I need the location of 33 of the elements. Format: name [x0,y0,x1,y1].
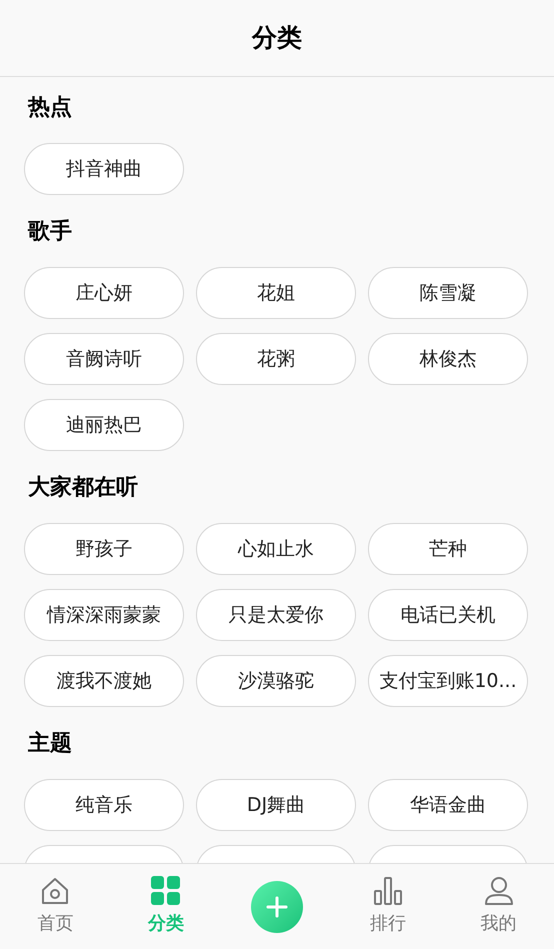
nav-tab[interactable]: 我的 [480,876,517,937]
tag-chip[interactable]: 迪丽热巴 [24,399,184,451]
home-icon [40,876,70,906]
tag-chip[interactable]: 陈雪凝 [368,267,528,319]
user-icon [484,876,514,906]
tag-chip[interactable]: 支付宝到账10... [368,655,528,707]
section-heading: 歌手 [28,218,72,246]
plus-icon [266,896,288,918]
tag-chip[interactable]: 音阙诗听 [24,333,184,385]
tag-chip[interactable]: 华语金曲 [368,779,528,831]
tag-chip[interactable]: 情深深雨蒙蒙 [24,589,184,641]
tag-chip[interactable]: 野孩子 [24,523,184,575]
tag-chip[interactable]: 心如止水 [196,523,356,575]
tag-chip[interactable]: 花姐 [196,267,356,319]
section-heading: 主题 [28,730,72,758]
tag-chip[interactable]: 庄心妍 [24,267,184,319]
tag-chip[interactable]: 只是太爱你 [196,589,356,641]
section-heading: 大家都在听 [28,474,138,502]
tag-chip[interactable]: 芒种 [368,523,528,575]
tag-chip[interactable]: 沙漠骆驼 [196,655,356,707]
tag-chip[interactable]: 电话已关机 [368,589,528,641]
tag-chip[interactable]: DJ舞曲 [196,779,356,831]
tag-chip[interactable]: 抖音神曲 [24,143,184,195]
nav-tab[interactable]: 排行 [370,876,406,937]
tag-chip[interactable]: 林俊杰 [368,333,528,385]
section-heading: 热点 [28,94,72,122]
page-title: 分类 [252,22,302,54]
bar-chart-icon [372,876,403,906]
nav-tab[interactable]: 首页 [37,876,74,937]
tag-chip[interactable]: 花粥 [196,333,356,385]
grid-icon [151,876,182,906]
tag-chip[interactable]: 纯音乐 [24,779,184,831]
tag-chip[interactable]: 渡我不渡她 [24,655,184,707]
